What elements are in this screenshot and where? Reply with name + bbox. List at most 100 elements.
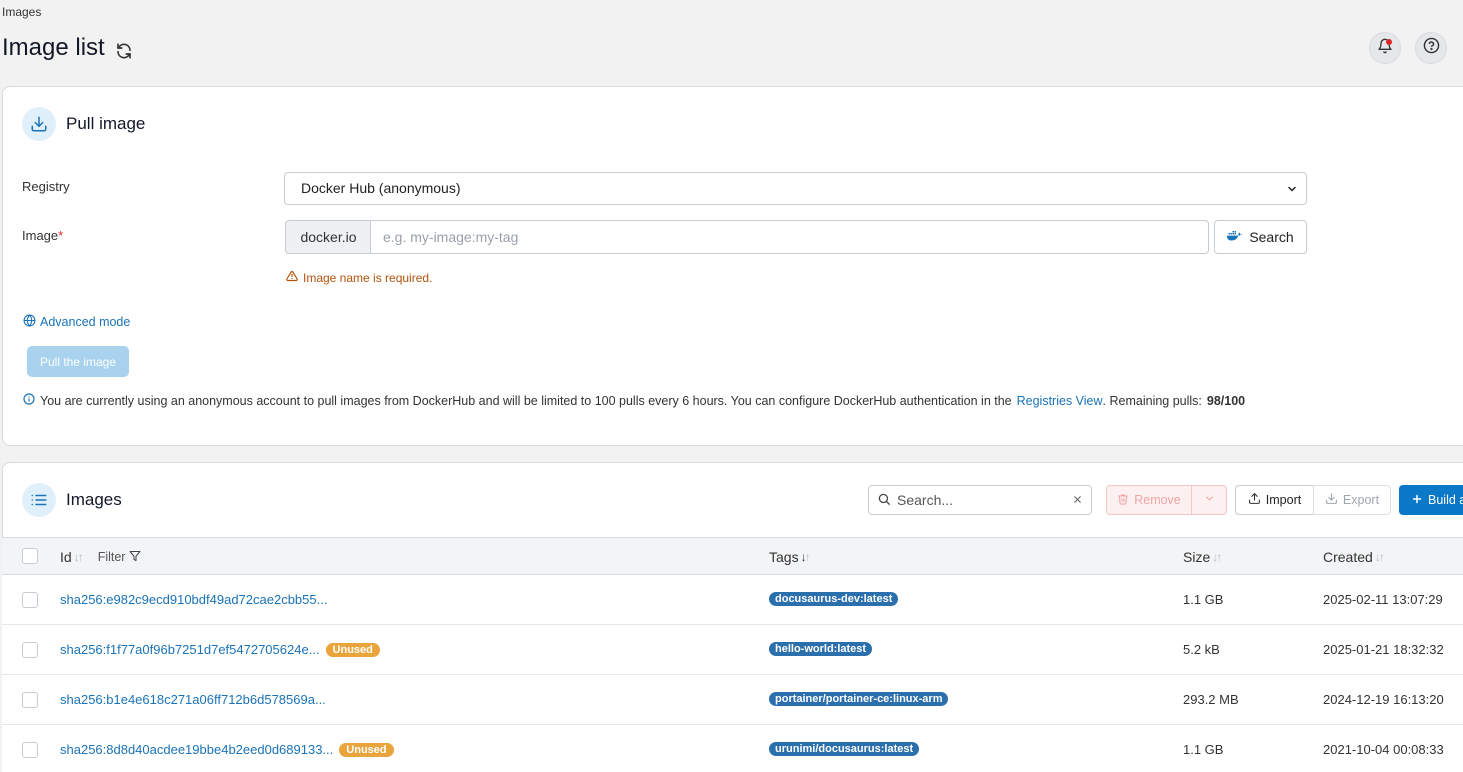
globe-icon	[23, 314, 36, 330]
docker-icon	[1227, 229, 1243, 245]
export-button[interactable]: Export	[1313, 485, 1391, 515]
build-label: Build a	[1428, 493, 1463, 507]
download-icon	[1325, 492, 1338, 508]
row-checkbox[interactable]	[22, 642, 38, 658]
advanced-mode-link[interactable]: Advanced mode	[23, 314, 130, 330]
unused-badge: Unused	[339, 742, 394, 757]
advanced-mode-label: Advanced mode	[40, 315, 131, 329]
image-id: sha256:8d8d40acdee19bbe4b2eed0d689133...	[60, 742, 334, 757]
help-button[interactable]	[1415, 32, 1447, 64]
column-created[interactable]: Created ↓↑	[1323, 549, 1385, 565]
notifications-button[interactable]	[1369, 32, 1401, 64]
images-header: Images	[22, 483, 122, 517]
sort-icon: ↓↑	[800, 550, 811, 564]
image-size: 5.2 kB	[1183, 642, 1220, 657]
download-icon	[22, 107, 56, 141]
export-label: Export	[1342, 493, 1380, 507]
column-id-label: Id	[60, 549, 72, 565]
remaining-pulls: 98/100	[1206, 393, 1246, 408]
build-image-button[interactable]: Build a	[1399, 485, 1463, 515]
image-input[interactable]	[370, 220, 1209, 254]
image-label-text: Image	[22, 228, 59, 243]
table-header: Id ↓↑ Filter Tags ↓↑ Size ↓↑ Created ↓↑	[2, 537, 1463, 575]
image-tag: hello-world:latest	[769, 642, 873, 656]
warning-icon	[286, 270, 298, 285]
image-id: sha256:e982c9ecd910bdf49ad72cae2cbb55...	[60, 592, 328, 607]
pull-image-card	[2, 86, 1463, 446]
info-after: . Remaining pulls:	[1102, 393, 1202, 408]
column-size-label: Size	[1183, 549, 1211, 565]
image-created: 2021-10-04 00:08:33	[1323, 742, 1444, 757]
import-button[interactable]: Import	[1235, 485, 1314, 515]
search-icon	[877, 492, 891, 509]
image-created: 2024-12-19 16:13:20	[1323, 692, 1444, 707]
error-text: Image name is required.	[303, 270, 433, 285]
row-checkbox[interactable]	[22, 742, 38, 758]
chevron-down-icon	[1204, 493, 1215, 507]
registry-select-value: Docker Hub (anonymous)	[301, 180, 461, 196]
remove-button[interactable]: Remove	[1107, 486, 1192, 514]
image-created: 2025-02-11 13:07:29	[1323, 592, 1443, 607]
import-label: Import	[1265, 493, 1302, 507]
select-all-checkbox[interactable]	[22, 548, 38, 564]
registries-view-link[interactable]: Registries View	[1017, 394, 1103, 408]
search-dockerhub-button[interactable]: Search	[1214, 220, 1307, 254]
pull-limit-info: You are currently using an anonymous acc…	[23, 393, 1245, 408]
notification-dot	[1386, 39, 1392, 45]
sort-icon: ↓↑	[73, 550, 84, 564]
images-search-input[interactable]	[897, 492, 1057, 508]
filter-label: Filter	[97, 550, 126, 564]
image-size: 1.1 GB	[1183, 592, 1224, 607]
remove-options-button[interactable]	[1192, 493, 1226, 507]
images-search[interactable]	[868, 485, 1092, 515]
plus-icon	[1411, 493, 1423, 508]
refresh-icon[interactable]	[115, 39, 133, 59]
registry-label: Registry	[22, 179, 70, 194]
sort-icon: ↓↑	[1212, 550, 1222, 564]
image-label: Image*	[22, 228, 63, 243]
column-tags[interactable]: Tags ↓↑	[769, 549, 811, 565]
registry-select[interactable]: Docker Hub (anonymous)	[284, 172, 1307, 205]
unused-badge: Unused	[325, 642, 380, 657]
image-id-link[interactable]: sha256:e982c9ecd910bdf49ad72cae2cbb55...	[60, 592, 327, 607]
remove-label: Remove	[1134, 493, 1181, 507]
registry-prefix: docker.io	[285, 220, 371, 254]
image-tag: docusaurus-dev:latest	[769, 592, 899, 606]
images-title: Images	[66, 490, 122, 509]
image-tag: urunimi/docusaurus:latest	[769, 742, 920, 756]
info-icon	[23, 393, 35, 408]
column-tags-label: Tags	[769, 549, 799, 565]
image-error-message: Image name is required.	[286, 270, 432, 285]
search-button-label: Search	[1249, 229, 1294, 245]
column-created-label: Created	[1323, 549, 1373, 565]
sort-icon: ↓↑	[1374, 550, 1385, 564]
info-text: You are currently using an anonymous acc…	[40, 393, 1012, 408]
row-checkbox[interactable]	[22, 692, 38, 708]
image-size: 293.2 MB	[1183, 692, 1239, 707]
trash-icon	[1117, 493, 1129, 508]
page-title: Image list	[2, 34, 133, 62]
help-icon	[1423, 37, 1440, 59]
clear-search-icon[interactable]	[1072, 492, 1083, 508]
row-checkbox[interactable]	[22, 592, 38, 608]
page-title-text: Image list	[2, 34, 105, 61]
image-created: 2025-01-21 18:32:32	[1323, 642, 1444, 657]
list-icon	[22, 483, 56, 517]
required-mark: *	[58, 228, 64, 243]
upload-icon	[1248, 492, 1261, 508]
pull-image-button[interactable]: Pull the image	[27, 346, 129, 377]
image-id: sha256:f1f77a0f96b7251d7ef5472705624e...	[60, 642, 320, 657]
column-id[interactable]: Id ↓↑ Filter	[60, 549, 141, 565]
funnel-icon	[129, 550, 141, 565]
pull-image-header: Pull image	[22, 107, 145, 141]
table-row: sha256:e982c9ecd910bdf49ad72cae2cbb55...…	[2, 575, 1463, 625]
image-tag: portainer/portainer-ce:linux-arm	[769, 692, 949, 706]
table-row: sha256:b1e4e618c271a06ff712b6d578569a...…	[2, 675, 1463, 725]
chevron-down-icon	[1286, 182, 1298, 198]
image-id-link[interactable]: sha256:8d8d40acdee19bbe4b2eed0d689133...…	[60, 742, 394, 757]
column-size[interactable]: Size ↓↑	[1183, 549, 1222, 565]
image-id-link[interactable]: sha256:f1f77a0f96b7251d7ef5472705624e...…	[60, 642, 380, 657]
image-id-link[interactable]: sha256:b1e4e618c271a06ff712b6d578569a...	[60, 692, 326, 707]
table-row: sha256:f1f77a0f96b7251d7ef5472705624e...…	[2, 625, 1463, 675]
filter-button[interactable]: Filter	[98, 550, 142, 565]
